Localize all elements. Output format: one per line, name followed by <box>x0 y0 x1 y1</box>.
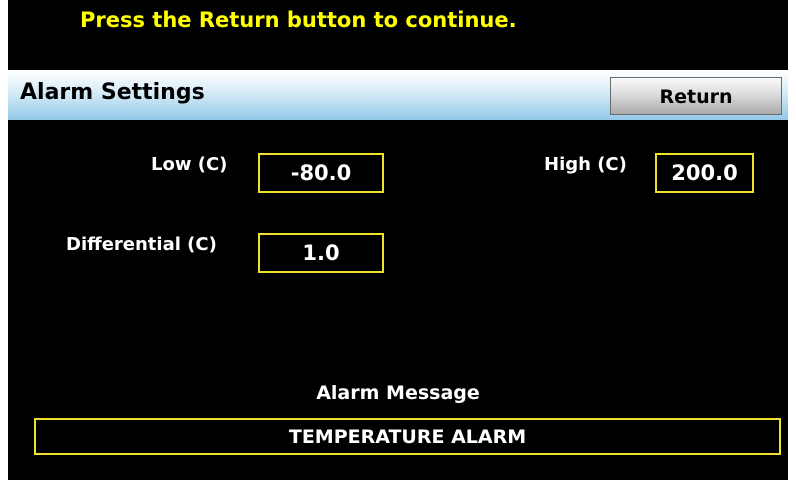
alarm-message-value: TEMPERATURE ALARM <box>288 426 527 448</box>
alarm-message-field[interactable]: TEMPERATURE ALARM <box>34 418 781 455</box>
alarm-message-label: Alarm Message <box>316 382 480 404</box>
page-title: Alarm Settings <box>20 80 205 105</box>
high-field[interactable]: 200.0 <box>655 153 754 193</box>
instruction-prompt: Press the Return button to continue. <box>80 8 517 32</box>
differential-label: Differential (C) <box>66 234 217 255</box>
differential-field[interactable]: 1.0 <box>258 233 384 273</box>
high-label: High (C) <box>544 154 627 175</box>
low-label: Low (C) <box>151 154 228 175</box>
return-button[interactable]: Return <box>610 77 782 115</box>
low-value: -80.0 <box>290 161 352 185</box>
differential-value: 1.0 <box>302 241 340 265</box>
low-field[interactable]: -80.0 <box>258 153 384 193</box>
high-value: 200.0 <box>671 161 738 185</box>
return-button-label: Return <box>659 86 733 108</box>
alarm-settings-screen: Press the Return button to continue. Ala… <box>8 0 788 480</box>
